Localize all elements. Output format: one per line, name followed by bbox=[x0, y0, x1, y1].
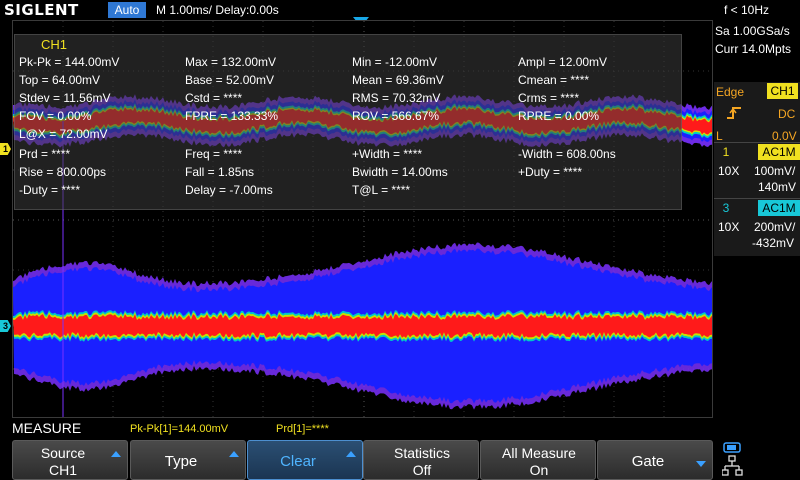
network-icon bbox=[722, 455, 743, 476]
measurement-item: +Width = **** bbox=[352, 147, 423, 161]
all-measure-label: All Measure bbox=[502, 445, 576, 461]
menu-title: MEASURE bbox=[12, 420, 82, 436]
trigger-coupling: DC bbox=[778, 107, 796, 121]
edge-rising-icon bbox=[727, 107, 741, 119]
clear-button[interactable]: Clear bbox=[247, 440, 363, 480]
arrow-up-icon bbox=[111, 451, 121, 457]
arrow-up-icon bbox=[229, 451, 239, 457]
measurement-item: Prd = **** bbox=[19, 147, 71, 161]
ch3-info-box[interactable]: 3 AC1M 10X 200mV/ -432mV bbox=[714, 198, 800, 256]
right-info-panel: Sa 1.00GSa/s Curr 14.0Mpts Edge CH1 DC L… bbox=[713, 20, 800, 418]
clear-label: Clear bbox=[280, 453, 316, 470]
measurement-item: Ampl = 12.00mV bbox=[518, 55, 608, 69]
measurement-item: ROV = 566.67% bbox=[352, 109, 440, 123]
frequency-counter: f < 10Hz bbox=[724, 3, 770, 17]
measurement-item: RMS = 70.32mV bbox=[352, 91, 441, 105]
all-measure-value: On bbox=[529, 462, 549, 478]
system-icons bbox=[722, 442, 743, 476]
statistics-button[interactable]: Statistics Off bbox=[363, 440, 479, 480]
status-pkpk: Pk-Pk[1]=144.00mV bbox=[130, 423, 229, 435]
measurement-item: -Width = 608.00ns bbox=[518, 147, 616, 161]
ch3-coupling: AC1M bbox=[758, 200, 800, 216]
measurement-item: T@L = **** bbox=[352, 183, 411, 197]
measurement-item: Crms = **** bbox=[518, 91, 580, 105]
measurement-item: Cmean = **** bbox=[518, 73, 590, 87]
measurement-item: Max = 132.00mV bbox=[185, 55, 277, 69]
ch3-scale: 200mV/ bbox=[754, 220, 796, 234]
memory-depth: Curr 14.0Mpts bbox=[715, 42, 792, 56]
measurement-item: Cstd = **** bbox=[185, 91, 243, 105]
measurement-item: Fall = 1.85ns bbox=[185, 165, 255, 179]
all-measure-button[interactable]: All Measure On bbox=[480, 440, 596, 480]
measurement-item: Freq = **** bbox=[185, 147, 243, 161]
arrow-down-icon bbox=[696, 461, 706, 467]
measure-status-line: MEASURE Pk-Pk[1]=144.00mV Prd[1]=**** bbox=[0, 418, 800, 438]
trigger-source-badge: CH1 bbox=[767, 83, 798, 99]
arrow-up-icon bbox=[346, 451, 356, 457]
ch1-coupling: AC1M bbox=[758, 144, 800, 160]
measurement-item: Top = 64.00mV bbox=[19, 73, 101, 87]
brand-logo: SIGLENT bbox=[4, 1, 79, 19]
measurement-item: Rise = 800.00ps bbox=[19, 165, 107, 179]
top-status-bar: SIGLENT Auto M 1.00ms/ Delay:0.00s f < 1… bbox=[0, 0, 800, 27]
source-label: Source bbox=[40, 445, 86, 461]
ch1-probe: 10X bbox=[718, 164, 740, 178]
acquire-mode-badge[interactable]: Auto bbox=[108, 2, 146, 18]
type-button[interactable]: Type bbox=[130, 440, 246, 480]
soft-menu-bar: Source CH1 Type Clear Statistics Off All… bbox=[0, 438, 800, 480]
ch3-probe: 10X bbox=[718, 220, 740, 234]
source-value: CH1 bbox=[48, 462, 77, 478]
ch1-scale: 100mV/ bbox=[754, 164, 796, 178]
status-prd: Prd[1]=**** bbox=[276, 423, 329, 435]
measurement-item: Stdev = 11.56mV bbox=[19, 91, 111, 105]
measurement-item: Min = -12.00mV bbox=[352, 55, 438, 69]
ch1-info-box[interactable]: 1 AC1M 10X 100mV/ 140mV bbox=[714, 142, 800, 200]
statistics-label: Statistics bbox=[393, 445, 450, 461]
measurement-item: Base = 52.00mV bbox=[185, 73, 275, 87]
ch3-offset-marker[interactable]: 3 bbox=[0, 320, 11, 332]
type-label: Type bbox=[164, 453, 198, 470]
statistics-value: Off bbox=[412, 462, 432, 478]
ch3-number: 3 bbox=[714, 200, 738, 216]
ch1-number: 1 bbox=[714, 144, 738, 160]
timebase-readout[interactable]: M 1.00ms/ Delay:0.00s bbox=[156, 3, 279, 17]
source-button[interactable]: Source CH1 bbox=[12, 440, 128, 480]
measurement-item: Bwidth = 14.00ms bbox=[352, 165, 448, 179]
trigger-level: 0.0V bbox=[772, 129, 797, 143]
measurement-item: +Duty = **** bbox=[518, 165, 583, 179]
sample-rate: Sa 1.00GSa/s bbox=[715, 24, 790, 38]
usb-icon bbox=[723, 442, 741, 453]
measurement-source-label: CH1 bbox=[41, 37, 68, 52]
measurement-item: FPRE = 133.33% bbox=[185, 109, 279, 123]
gate-label: Gate bbox=[631, 453, 665, 470]
measurement-item: Delay = -7.00ms bbox=[185, 183, 273, 197]
measurement-item: Mean = 69.36mV bbox=[352, 73, 444, 87]
measurement-item: RPRE = 0.00% bbox=[518, 109, 600, 123]
gate-button[interactable]: Gate bbox=[597, 440, 713, 480]
measurement-item: FOV = 0.00% bbox=[19, 109, 92, 123]
measurement-item: -Duty = **** bbox=[19, 183, 81, 197]
trigger-level-label: L bbox=[716, 129, 723, 143]
measurement-item: Pk-Pk = 144.00mV bbox=[19, 55, 120, 69]
measurement-panel: CH1 Pk-Pk = 144.00mV Max = 132.00mV Min = … bbox=[14, 34, 682, 210]
ch1-offset: 140mV bbox=[758, 180, 797, 194]
ch3-offset: -432mV bbox=[752, 236, 795, 250]
measurement-item: L@X = 72.00mV bbox=[19, 127, 108, 141]
trigger-info-box[interactable]: Edge CH1 DC L 0.0V bbox=[714, 82, 800, 150]
ch1-offset-marker[interactable]: 1 bbox=[0, 143, 11, 155]
trigger-type: Edge bbox=[716, 85, 745, 99]
